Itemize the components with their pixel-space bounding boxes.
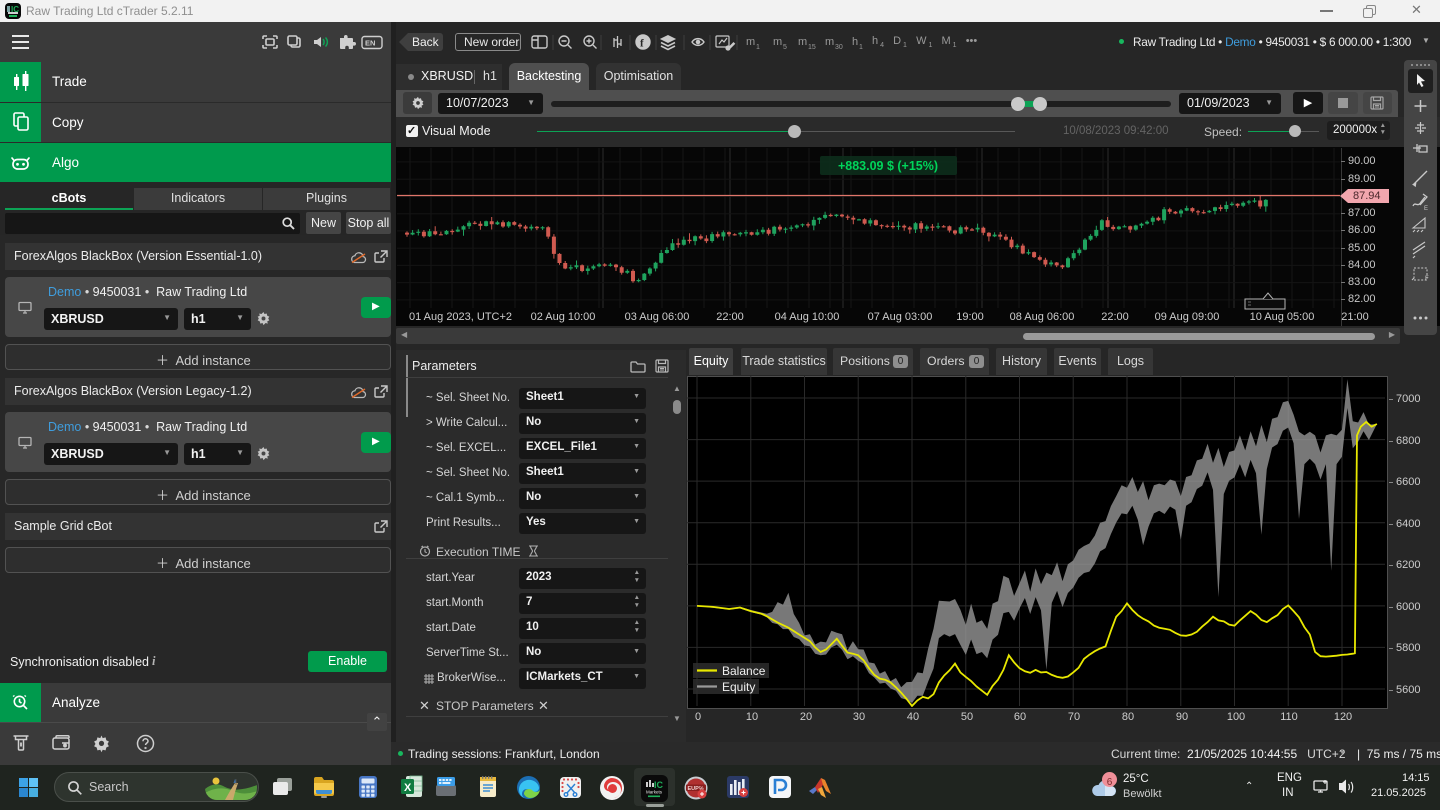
svg-text:30: 30: [835, 44, 843, 51]
svg-text:+883.09 $ (+15%): +883.09 $ (+15%): [838, 159, 938, 173]
svg-text:EN: EN: [365, 39, 375, 48]
svg-text:15: 15: [808, 44, 816, 51]
svg-text:Equity: Equity: [722, 680, 755, 694]
svg-text:f: f: [640, 38, 644, 50]
svg-text:1: 1: [756, 44, 760, 51]
svg-text:E: E: [1424, 206, 1428, 212]
svg-text:m: m: [798, 36, 807, 48]
svg-text:m: m: [825, 36, 834, 48]
svg-text:Markets: Markets: [646, 790, 663, 795]
svg-text:X: X: [404, 782, 412, 794]
svg-text:m: m: [773, 36, 782, 48]
svg-text:Balance: Balance: [722, 664, 766, 678]
svg-text:F: F: [1425, 276, 1429, 282]
svg-text:m: m: [746, 36, 755, 48]
svg-text:5: 5: [783, 44, 787, 51]
svg-text:1: 1: [859, 44, 863, 51]
svg-text:IC: IC: [654, 780, 664, 790]
svg-text:h: h: [852, 36, 858, 48]
